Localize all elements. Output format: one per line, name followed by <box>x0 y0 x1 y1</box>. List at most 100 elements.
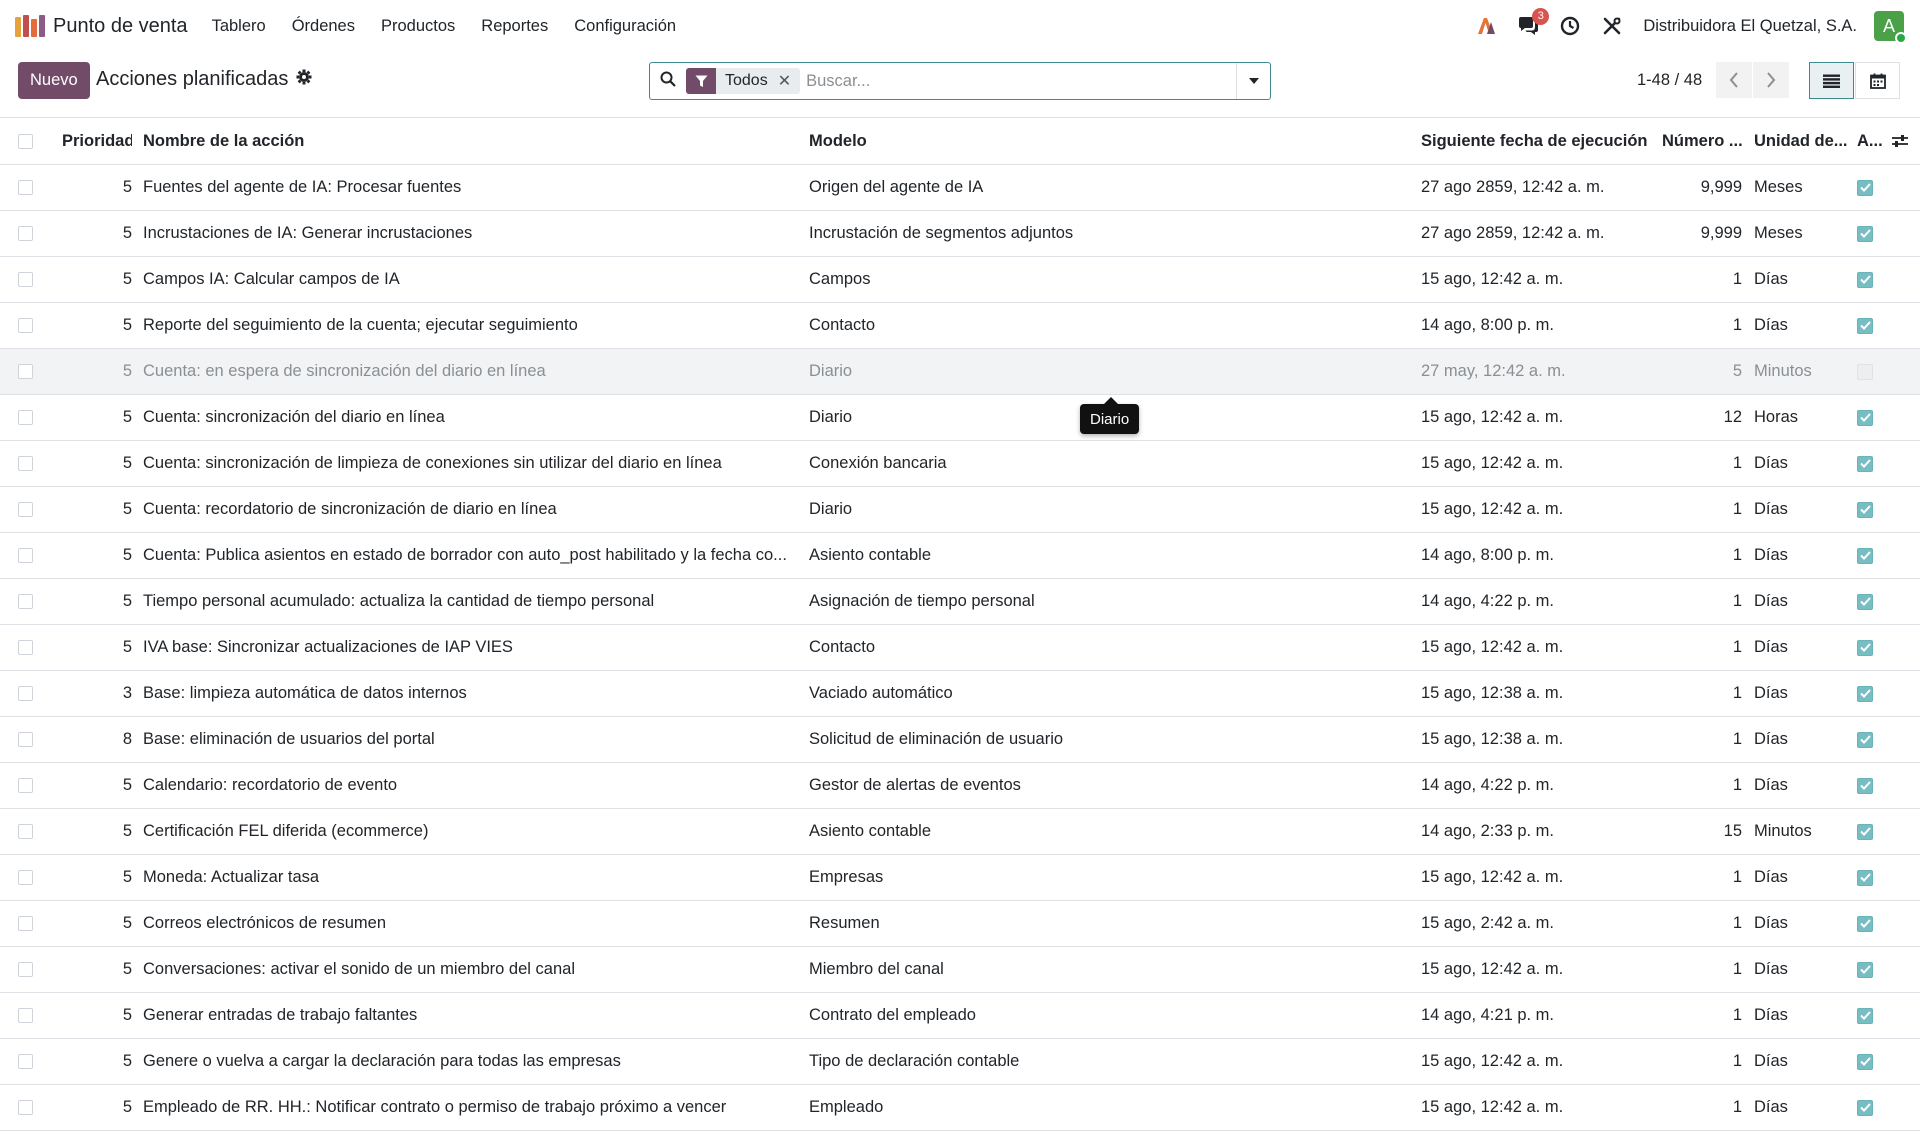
cell-active[interactable] <box>1857 211 1887 256</box>
gear-icon[interactable] <box>296 68 312 91</box>
table-row[interactable]: 5 Cuenta: en espera de sincronización del… <box>0 349 1920 395</box>
menu-item-reportes[interactable]: Reportes <box>481 17 548 36</box>
cell-active[interactable] <box>1857 395 1887 440</box>
pager-value[interactable]: 1-48 / 48 <box>1637 71 1702 90</box>
menu-item-tablero[interactable]: Tablero <box>212 17 266 36</box>
cell-active[interactable] <box>1857 947 1887 992</box>
active-checked-icon[interactable] <box>1857 961 1873 978</box>
cell-active[interactable] <box>1857 533 1887 578</box>
cell-active[interactable] <box>1857 165 1887 210</box>
active-checked-icon[interactable] <box>1857 777 1873 794</box>
cell-active[interactable] <box>1857 993 1887 1038</box>
table-row[interactable]: 5 Calendario: recordatorio de evento Gesto… <box>0 763 1920 809</box>
select-all-checkbox[interactable] <box>18 118 38 164</box>
table-row[interactable]: 5 Tiempo personal acumulado: actualiza la… <box>0 579 1920 625</box>
row-select-checkbox[interactable] <box>18 257 38 302</box>
user-avatar[interactable]: A <box>1874 11 1907 44</box>
search-options-toggle[interactable] <box>1236 63 1270 99</box>
row-select-checkbox[interactable] <box>18 533 38 578</box>
active-checked-icon[interactable] <box>1857 409 1873 426</box>
active-checked-icon[interactable] <box>1857 1053 1873 1070</box>
cell-active[interactable] <box>1857 579 1887 624</box>
active-checked-icon[interactable] <box>1857 455 1873 472</box>
activity-clock-icon[interactable] <box>1559 15 1581 37</box>
search-input[interactable] <box>806 71 1197 91</box>
active-checked-icon[interactable] <box>1857 179 1873 196</box>
table-row[interactable]: 5 Cuenta: recordatorio de sincronización … <box>0 487 1920 533</box>
cell-active[interactable] <box>1857 855 1887 900</box>
table-row[interactable]: 5 Correos electrónicos de resumen Resumen 1… <box>0 901 1920 947</box>
cell-active[interactable] <box>1857 303 1887 348</box>
table-row[interactable]: 5 Conversaciones: activar el sonido de un… <box>0 947 1920 993</box>
messages-icon[interactable]: 3 <box>1517 8 1550 37</box>
row-select-checkbox[interactable] <box>18 947 38 992</box>
active-checked-icon[interactable] <box>1857 731 1873 748</box>
header-name[interactable]: Nombre de la acción <box>143 118 793 164</box>
row-select-checkbox[interactable] <box>18 349 38 394</box>
ai-assistant-icon[interactable] <box>1475 15 1497 37</box>
new-button[interactable]: Nuevo <box>18 62 90 99</box>
pager-next-button[interactable] <box>1753 62 1789 98</box>
cell-active[interactable] <box>1857 763 1887 808</box>
optional-columns-toggle[interactable] <box>1888 118 1912 164</box>
cell-active[interactable] <box>1857 717 1887 762</box>
table-row[interactable]: 8 Base: eliminación de usuarios del porta… <box>0 717 1920 763</box>
calendar-view-button[interactable] <box>1855 62 1900 99</box>
table-row[interactable]: 5 IVA base: Sincronizar actualizaciones d… <box>0 625 1920 671</box>
header-active[interactable]: A... <box>1857 118 1887 164</box>
row-select-checkbox[interactable] <box>18 993 38 1038</box>
row-select-checkbox[interactable] <box>18 855 38 900</box>
row-select-checkbox[interactable] <box>18 303 38 348</box>
cell-active[interactable] <box>1857 441 1887 486</box>
row-select-checkbox[interactable] <box>18 717 38 762</box>
header-model[interactable]: Modelo <box>809 118 1409 164</box>
cell-active[interactable] <box>1857 671 1887 716</box>
active-checked-icon[interactable] <box>1857 915 1873 932</box>
active-checked-icon[interactable] <box>1857 823 1873 840</box>
active-checked-icon[interactable] <box>1857 593 1873 610</box>
search-icon[interactable] <box>660 71 676 92</box>
header-number[interactable]: Número ... <box>1662 118 1752 164</box>
table-row[interactable]: 5 Moneda: Actualizar tasa Empresas 15 ago, … <box>0 855 1920 901</box>
table-row[interactable]: 5 Cuenta: sincronización del diario en lí… <box>0 395 1920 441</box>
row-select-checkbox[interactable] <box>18 809 38 854</box>
table-row[interactable]: 5 Campos IA: Calcular campos de IA Campos 1… <box>0 257 1920 303</box>
cell-active[interactable] <box>1857 487 1887 532</box>
table-row[interactable]: 5 Incrustaciones de IA: Generar incrustac… <box>0 211 1920 257</box>
table-row[interactable]: 5 Certificación FEL diferida (ecommerce) A… <box>0 809 1920 855</box>
row-select-checkbox[interactable] <box>18 671 38 716</box>
row-select-checkbox[interactable] <box>18 1039 38 1084</box>
table-row[interactable]: 5 Generar entradas de trabajo faltantes Co… <box>0 993 1920 1039</box>
cell-active[interactable] <box>1857 1039 1887 1084</box>
company-switcher[interactable]: Distribuidora El Quetzal, S.A. <box>1643 17 1857 36</box>
table-row[interactable]: 5 Genere o vuelva a cargar la declaración… <box>0 1039 1920 1085</box>
row-select-checkbox[interactable] <box>18 487 38 532</box>
active-checked-icon[interactable] <box>1857 501 1873 518</box>
active-checked-icon[interactable] <box>1857 1007 1873 1024</box>
table-row[interactable]: 5 Cuenta: sincronización de limpieza de c… <box>0 441 1920 487</box>
row-select-checkbox[interactable] <box>18 441 38 486</box>
table-row[interactable]: 5 Reporte del seguimiento de la cuenta; e… <box>0 303 1920 349</box>
row-select-checkbox[interactable] <box>18 579 38 624</box>
row-select-checkbox[interactable] <box>18 1085 38 1130</box>
active-unchecked-icon[interactable] <box>1857 363 1873 380</box>
brand[interactable]: Punto de venta <box>15 15 188 38</box>
header-unit[interactable]: Unidad de... <box>1754 118 1849 164</box>
row-select-checkbox[interactable] <box>18 625 38 670</box>
header-next-execution[interactable]: Siguiente fecha de ejecución <box>1421 118 1651 164</box>
active-checked-icon[interactable] <box>1857 685 1873 702</box>
row-select-checkbox[interactable] <box>18 165 38 210</box>
cell-active[interactable] <box>1857 1085 1887 1130</box>
pager-previous-button[interactable] <box>1716 62 1752 98</box>
table-row[interactable]: 5 Fuentes del agente de IA: Procesar fuen… <box>0 165 1920 211</box>
cell-active[interactable] <box>1857 809 1887 854</box>
menu-item-configuracion[interactable]: Configuración <box>574 17 676 36</box>
cell-active[interactable] <box>1857 625 1887 670</box>
active-checked-icon[interactable] <box>1857 639 1873 656</box>
row-select-checkbox[interactable] <box>18 901 38 946</box>
active-checked-icon[interactable] <box>1857 271 1873 288</box>
active-checked-icon[interactable] <box>1857 1099 1873 1116</box>
active-checked-icon[interactable] <box>1857 869 1873 886</box>
header-priority[interactable]: Prioridad <box>62 118 132 164</box>
table-row[interactable]: 3 Base: limpieza automática de datos inte… <box>0 671 1920 717</box>
